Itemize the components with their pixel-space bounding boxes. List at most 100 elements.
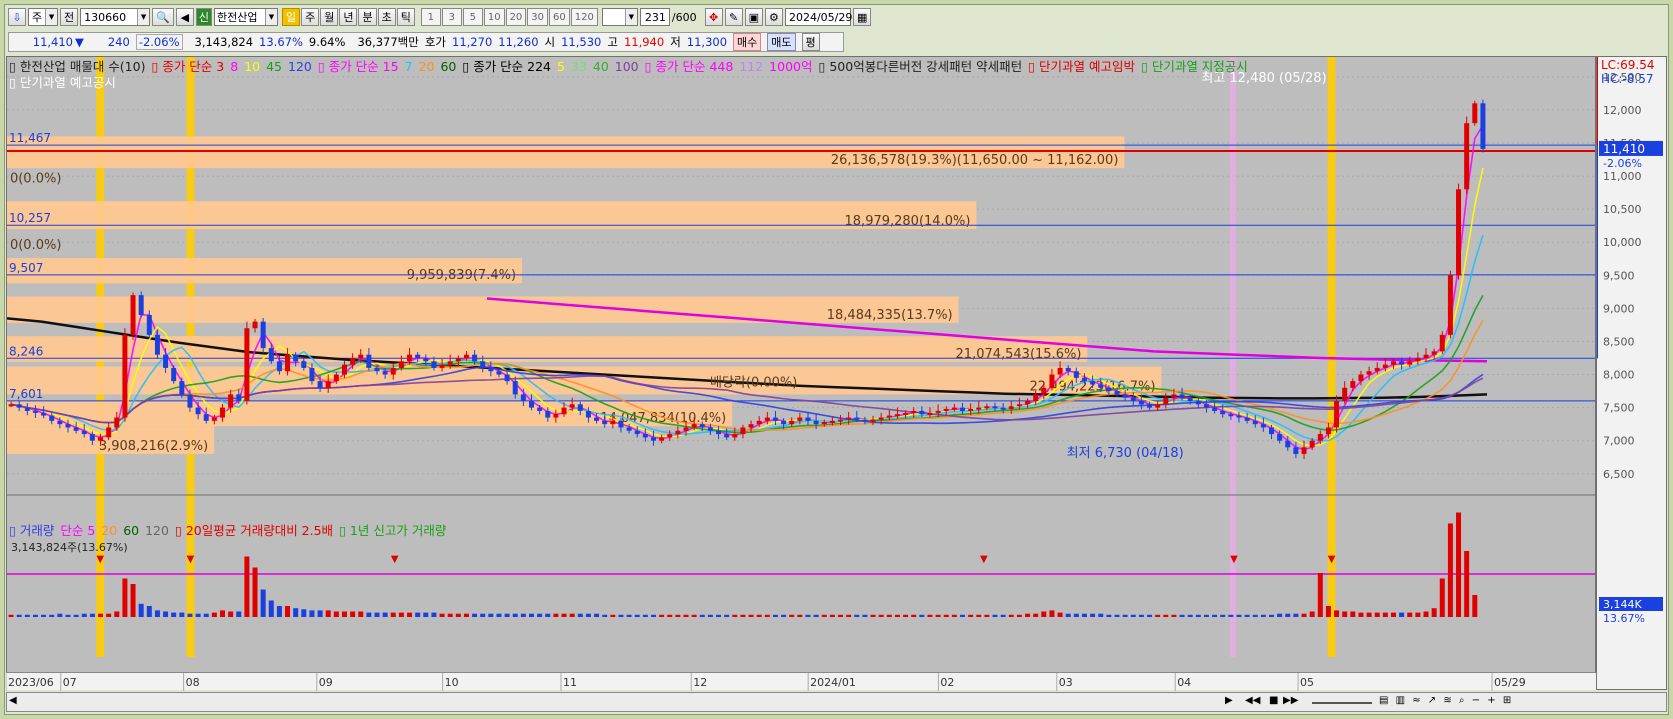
volume-bar	[219, 610, 225, 617]
volume-bar	[154, 610, 160, 617]
sell-button[interactable]: 매도	[767, 33, 796, 51]
calendar-icon[interactable]: ▦	[852, 8, 872, 26]
volume-bar	[634, 614, 640, 617]
tab-period-3[interactable]: 년	[339, 8, 358, 26]
level-label: 10,257	[9, 211, 51, 225]
legend-item-5[interactable]: 120	[288, 59, 312, 74]
volume-legend-item-1[interactable]: 단순 5	[60, 523, 95, 538]
candle	[455, 358, 461, 362]
code-input[interactable]: 130660 ▼	[80, 8, 151, 26]
volume-bar	[163, 611, 169, 617]
scroll-left-icon[interactable]: ◀	[9, 695, 17, 706]
tab-period-1[interactable]: 주	[301, 8, 320, 26]
legend-item-1[interactable]: ▯ 종가 단순 3	[151, 59, 224, 74]
volume-bar	[244, 556, 250, 617]
legend-item-0[interactable]: ▯ 한전산업 매물대 수(10)	[9, 59, 145, 74]
volume-legend-item-0[interactable]: ▯ 거래량	[9, 523, 54, 538]
low-label: 저	[670, 35, 681, 49]
date-axis-svg: 2023/06 07 08 09 10 11 12 2024/01 02 03 04 05 05/29	[5, 673, 1526, 691]
legend-item-6[interactable]: ▯ 종가 단순 15	[318, 59, 399, 74]
volume-bar	[781, 614, 787, 617]
date-axis: 2023/06 07 08 09 10 11 12 2024/01 02 03 04 05 05/29	[5, 672, 1596, 691]
candle	[1155, 404, 1161, 408]
scroll-bar[interactable]: ◀ ▶ ◀◀ ■ ▶▶ ▤ ▥ ≈ ↗ ≋ ⌕ − + ⊞	[6, 692, 1667, 712]
tab-minute-20[interactable]: 20	[505, 8, 527, 26]
scroll-right-icon[interactable]: ▶	[1225, 695, 1233, 706]
legend-item-16[interactable]: 112	[739, 59, 763, 74]
play-back-icon[interactable]: ◀◀	[1245, 695, 1260, 706]
volume-legend-item-3[interactable]: 60	[123, 523, 139, 538]
y-tick-label: 10,000	[1603, 236, 1642, 249]
legend-item-19[interactable]: ▯ 단기과열 예고임박	[1028, 59, 1135, 74]
zoom-slider[interactable]	[1312, 702, 1372, 704]
tab-minute-30[interactable]: 30	[527, 8, 549, 26]
candle	[724, 434, 730, 438]
volume-bar	[374, 612, 380, 617]
play-icon[interactable]: ▶▶	[1283, 695, 1298, 706]
volume-bar	[407, 612, 413, 617]
chart-tools-icons[interactable]: ▤ ▥ ≈ ↗ ≋ ⌕ − + ⊞	[1379, 695, 1513, 706]
chart-area[interactable]: 26,136,578(19.3%)(11,650.00 ~ 11,162.00)…	[6, 56, 1596, 690]
tab-minute-10[interactable]: 10	[483, 8, 505, 26]
buy-button[interactable]: 매수	[733, 33, 762, 51]
volume-bar	[642, 614, 648, 617]
stock-name-field[interactable]: 한전산업 ▼	[213, 8, 278, 26]
legend-item-10[interactable]: ▯ 종가 단순 224	[462, 59, 551, 74]
legend-item-13[interactable]: 40	[593, 59, 609, 74]
legend-item-11[interactable]: 5	[557, 59, 565, 74]
legend-item-12[interactable]: 33	[571, 59, 587, 74]
custom-minute-field[interactable]: ▼	[601, 8, 638, 26]
crosshair-icon[interactable]: ✥	[704, 8, 723, 26]
candle	[911, 410, 917, 413]
x-tick-label: 08	[186, 676, 200, 689]
price-chart[interactable]: 26,136,578(19.3%)(11,650.00 ~ 11,162.00)…	[7, 57, 1596, 690]
volume-legend-item-4[interactable]: 120	[145, 523, 169, 538]
legend-item-17[interactable]: 1000억	[769, 59, 812, 74]
hc-label: HC:-8.57	[1601, 72, 1654, 86]
stop-icon[interactable]: ■	[1269, 695, 1278, 706]
date-input[interactable]: 2024/05/29	[784, 8, 852, 26]
chart-type-icon[interactable]: ⇩	[8, 8, 26, 26]
tools-icon[interactable]: ✎	[724, 8, 743, 26]
save-icon[interactable]: ▣	[744, 8, 763, 26]
tab-minute-3[interactable]: 3	[441, 8, 462, 26]
candle	[219, 407, 225, 418]
legend-item-3[interactable]: 10	[244, 59, 260, 74]
legend-item-15[interactable]: ▯ 종가 단순 448	[645, 59, 734, 74]
tab-period-0[interactable]: 일	[281, 8, 301, 26]
tab-period-5[interactable]: 초	[377, 8, 396, 26]
price-axis[interactable]: 6,500 7,000 7,500 8,000 8,500 9,000 9,500 10,00…	[1596, 56, 1667, 690]
volume-bar	[594, 613, 600, 617]
legend-item-2[interactable]: 8	[230, 59, 238, 74]
mode-button[interactable]: 전	[60, 8, 79, 26]
legend-item-7[interactable]: 7	[405, 59, 413, 74]
open-price: 11,530	[561, 35, 602, 49]
gear-icon[interactable]: ⚙	[764, 8, 783, 26]
legend-item-9[interactable]: 60	[440, 59, 456, 74]
tab-minute-60[interactable]: 60	[549, 8, 570, 26]
volume-legend-item-5[interactable]: ▯ 20일평균 거래량대비 2.5배	[175, 523, 333, 538]
volume-legend-item-6[interactable]: ▯ 1년 신고가 거래량	[339, 523, 446, 538]
volume-bar	[333, 611, 339, 617]
legend-item-4[interactable]: 45	[266, 59, 282, 74]
legend-item-14[interactable]: 100	[615, 59, 639, 74]
tab-period-4[interactable]: 분	[358, 8, 377, 26]
candle	[553, 414, 559, 418]
legend-item-8[interactable]: 20	[419, 59, 435, 74]
candle	[886, 415, 892, 418]
tab-minute-120[interactable]: 120	[570, 8, 598, 26]
legend-item-18[interactable]: ▯ 500억봉다른버전 강세패턴 약세패턴	[818, 59, 1022, 74]
candle	[854, 417, 860, 420]
tab-minute-5[interactable]: 5	[462, 8, 483, 26]
search-icon[interactable]: 🔍	[152, 8, 174, 26]
legend-item-20[interactable]: ▯ 단기과열 지정공시	[1141, 59, 1248, 74]
count-input[interactable]: 231	[639, 8, 670, 26]
volume-legend-item-2[interactable]: 20	[101, 523, 117, 538]
eval-button[interactable]: 평	[801, 33, 820, 51]
market-select[interactable]: 주 ▼	[28, 8, 58, 26]
tab-period-2[interactable]: 월	[320, 8, 339, 26]
candle	[1220, 410, 1226, 415]
tab-period-6[interactable]: 틱	[396, 8, 415, 26]
tab-minute-1[interactable]: 1	[420, 8, 441, 26]
speaker-icon[interactable]: ◀	[175, 8, 194, 26]
